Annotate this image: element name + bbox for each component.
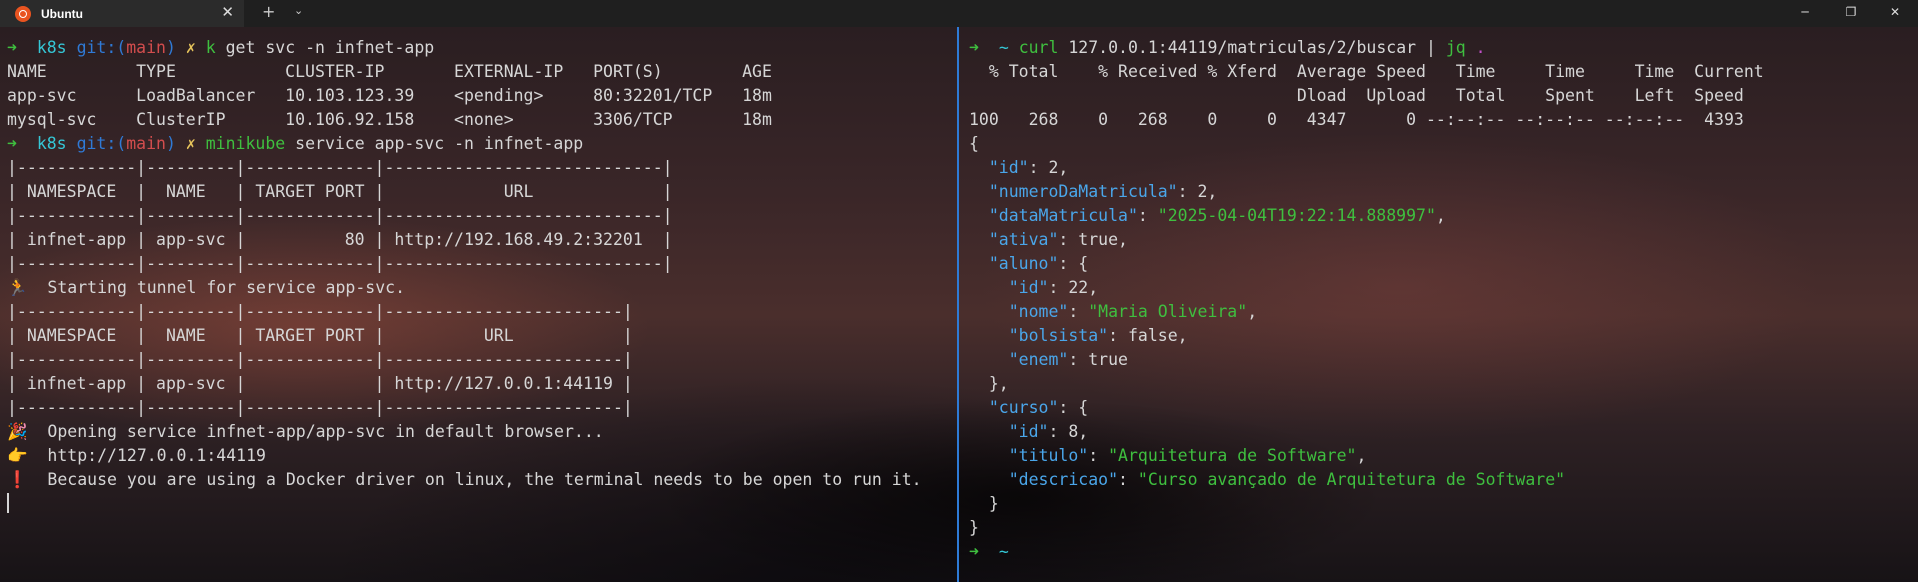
terminal-area: ➜ k8s git:(main) ✗ k get svc -n infnet-a…	[0, 27, 1918, 582]
json-line: "ativa": true,	[988, 230, 1128, 249]
output-line: 👉 http://127.0.0.1:44119	[7, 446, 266, 465]
new-tab-button[interactable]: +	[262, 2, 275, 21]
prompt-line: ➜ k8s git:(main) ✗ minikube service app-…	[7, 134, 584, 153]
close-window-button[interactable]: ✕	[1872, 0, 1918, 27]
tab-title: Ubuntu	[41, 6, 83, 21]
runner-icon: 🏃	[7, 278, 28, 297]
output-line: | infnet-app | app-svc | | http://127.0.…	[7, 374, 633, 393]
output-line: |------------|---------|-------------|--…	[7, 254, 673, 273]
output-line: 🏃 Starting tunnel for service app-svc.	[7, 278, 406, 297]
chevron-down-icon[interactable]: ⌄	[294, 4, 303, 17]
prompt-line: ➜ ~ curl 127.0.0.1:44119/matriculas/2/bu…	[969, 38, 1486, 57]
output-line: |------------|---------|-------------|--…	[7, 398, 633, 417]
prompt-line: ➜ k8s git:(main) ✗ k get svc -n infnet-a…	[7, 38, 435, 57]
exclamation-icon: ❗	[7, 470, 28, 489]
close-tab-icon[interactable]: ✕	[221, 3, 234, 21]
right-terminal-pane[interactable]: ➜ ~ curl 127.0.0.1:44119/matriculas/2/bu…	[960, 27, 1918, 582]
json-line: "id": 2,	[988, 158, 1069, 177]
output-line: |------------|---------|-------------|--…	[7, 206, 673, 225]
json-line: "titulo": "Arquitetura de Software",	[1008, 446, 1367, 465]
json-line: "curso": {	[988, 398, 1089, 417]
output-line: | NAMESPACE | NAME | TARGET PORT | URL |	[7, 182, 673, 201]
restore-button[interactable]: ❐	[1828, 0, 1874, 27]
output-line: 100 268 0 268 0 0 4347 0 --:--:-- --:--:…	[969, 110, 1744, 129]
output-line: |------------|---------|-------------|--…	[7, 350, 633, 369]
title-bar: Ubuntu ✕ + ⌄ ─ ❐ ✕	[0, 0, 1918, 27]
json-line: "bolsista": false,	[1008, 326, 1188, 345]
json-line: {	[969, 134, 979, 153]
output-line: Dload Upload Total Spent Left Speed	[969, 86, 1744, 105]
output-line: mysql-svc ClusterIP 10.106.92.158 <none>…	[7, 110, 772, 129]
output-line: NAME TYPE CLUSTER-IP EXTERNAL-IP PORT(S)…	[7, 62, 772, 81]
output-line: | NAMESPACE | NAME | TARGET PORT | URL |	[7, 326, 633, 345]
ubuntu-icon	[15, 5, 31, 22]
text-cursor	[7, 493, 9, 513]
party-icon: 🎉	[7, 422, 28, 441]
json-line: "descricao": "Curso avançado de Arquitet…	[1008, 470, 1566, 489]
json-line: "dataMatricula": "2025-04-04T19:22:14.88…	[988, 206, 1446, 225]
json-line: "id": 8,	[1008, 422, 1089, 441]
output-line: % Total % Received % Xferd Average Speed…	[969, 62, 1764, 81]
tab-ubuntu[interactable]: Ubuntu ✕	[0, 0, 244, 27]
json-line: }	[969, 518, 979, 537]
output-line: |------------|---------|-------------|--…	[7, 158, 673, 177]
minimize-button[interactable]: ─	[1782, 0, 1828, 27]
output-line: |------------|---------|-------------|--…	[7, 302, 633, 321]
json-line: "numeroDaMatricula": 2,	[988, 182, 1218, 201]
json-line: "enem": true	[1008, 350, 1128, 369]
json-line: "id": 22,	[1008, 278, 1099, 297]
output-line: | infnet-app | app-svc | 80 | http://192…	[7, 230, 673, 249]
pane-divider[interactable]	[957, 27, 959, 582]
json-line: },	[988, 374, 1009, 393]
pointing-hand-icon: 👉	[7, 446, 28, 465]
json-line: "aluno": {	[988, 254, 1089, 273]
json-line: "nome": "Maria Oliveira",	[1008, 302, 1258, 321]
output-line: app-svc LoadBalancer 10.103.123.39 <pend…	[7, 86, 772, 105]
output-line: 🎉 Opening service infnet-app/app-svc in …	[7, 422, 604, 441]
json-line: }	[988, 494, 999, 513]
prompt-line: ➜ ~	[969, 542, 1009, 561]
left-terminal-pane[interactable]: ➜ k8s git:(main) ✗ k get svc -n infnet-a…	[0, 27, 957, 582]
output-line: ❗ Because you are using a Docker driver …	[7, 470, 922, 489]
